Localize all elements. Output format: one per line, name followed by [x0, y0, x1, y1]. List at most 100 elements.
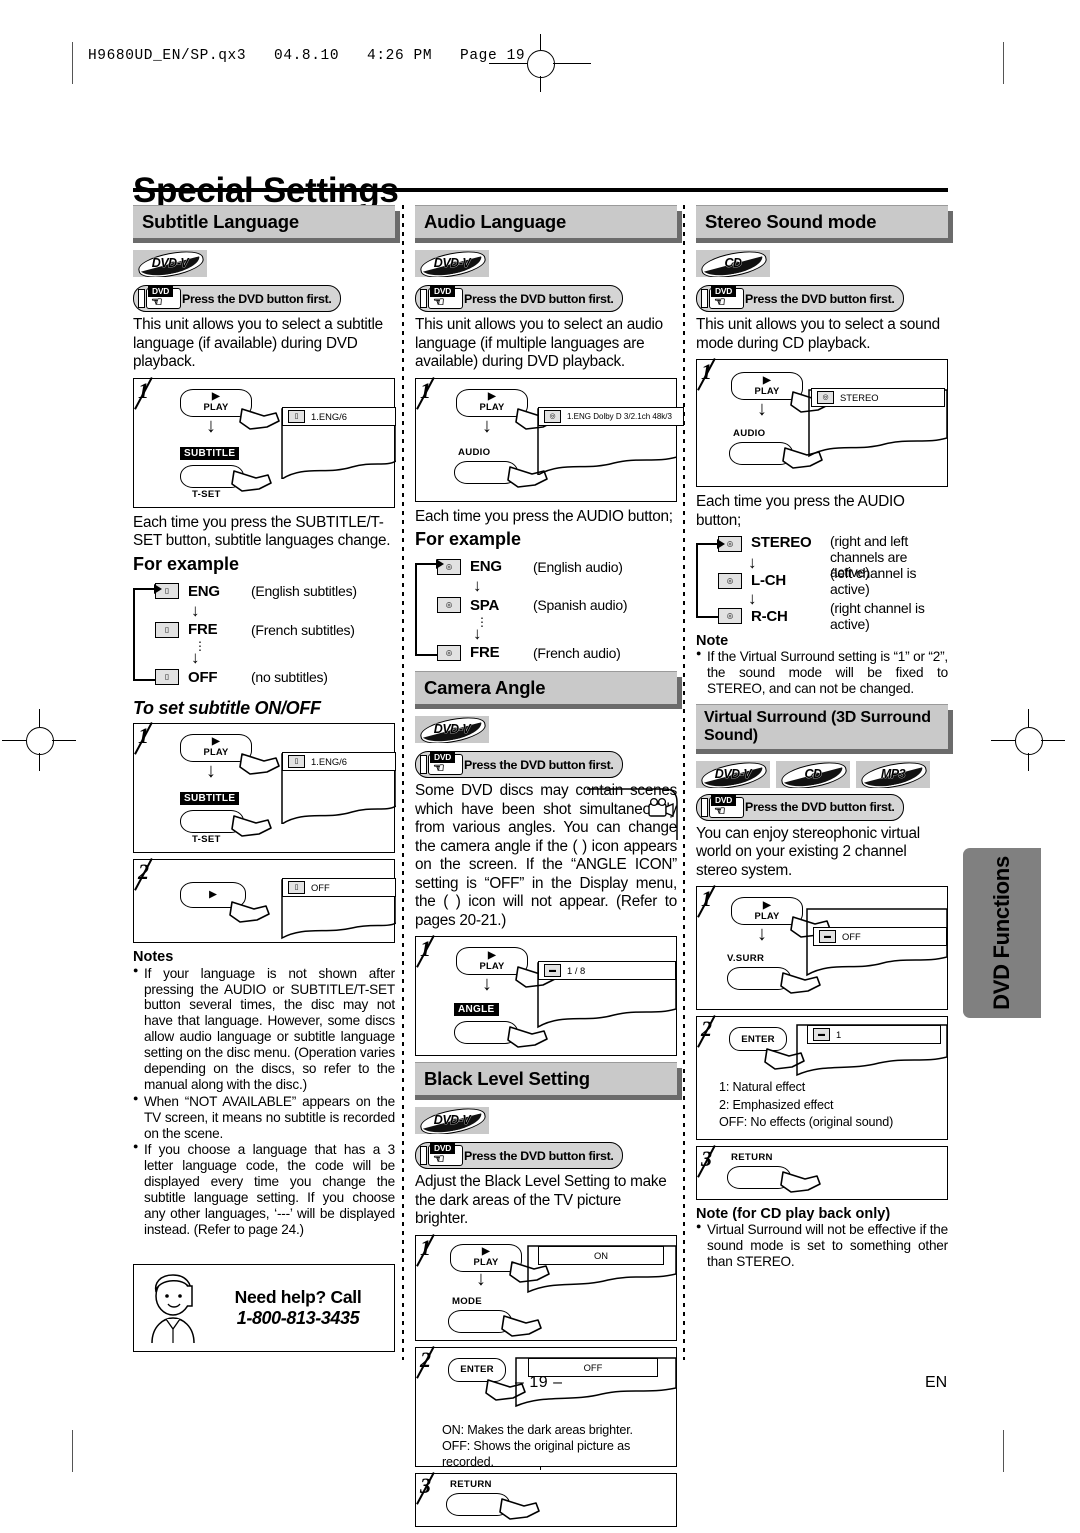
surround-osd-icon: ▬ — [813, 1028, 830, 1042]
badge-row-audio: DVD-V DVD ☜ Press the DVD button first. — [415, 250, 677, 312]
vsurr-note-list: Virtual Surround will not be effective i… — [696, 1221, 948, 1270]
note-item: Virtual Surround will not be effective i… — [696, 1221, 948, 1270]
black-level-captions: ON: Makes the dark areas brighter. OFF: … — [442, 1422, 676, 1471]
audio-icon: ◎ — [437, 597, 461, 614]
subtitle-key-label: SUBTITLE — [180, 791, 240, 805]
audio-key-label: AUDIO — [458, 446, 491, 458]
for-example-heading: For example — [133, 553, 240, 574]
step-box-onoff-2: 2 ▶ ▯ OFF — [133, 857, 396, 943]
step-box-audio-1: 1 ▶ PLAY ↓ AUDIO ◎ 1.ENG Dolb — [415, 376, 684, 502]
badge-row-black-level: DVD-V DVD ☜ Press the DVD button first. — [415, 1107, 677, 1170]
disc-badge-dvdv-icon: DVD-V — [415, 250, 489, 277]
print-slug: H9680UD_EN/SP.qx3 04.8.10 4:26 PM Page 1… — [88, 48, 526, 64]
audio-icon: ◎ — [718, 572, 742, 589]
caption-2: 2: Emphasized effect — [719, 1097, 834, 1112]
subtitle-intro-text: This unit allows you to select a subtitl… — [133, 316, 383, 370]
badge-row-camera: DVD-V DVD ☜ Press the DVD button first. — [415, 716, 677, 779]
osd-bar-subtitle: ▯ 1.ENG/6 — [282, 406, 396, 426]
press-dvd-button-hint: DVD ☜ Press the DVD button first. — [696, 793, 904, 821]
remote-icon: DVD ☜ — [419, 285, 463, 309]
flow-arrow-icon: ↓ — [206, 414, 216, 437]
vsurr-key-label: V.SURR — [727, 953, 765, 965]
disc-badge-dvdv-icon: DVD-V — [415, 1107, 489, 1135]
flow-item: ◎ R-CH (right channel is active) — [718, 600, 948, 632]
tset-key-label: T-SET — [192, 833, 221, 845]
title-rule — [133, 188, 948, 192]
angle-icon-callout — [587, 788, 678, 841]
need-help-box: Need help? Call 1-800-813-3435 — [133, 1263, 395, 1352]
remote-icon: DVD ☜ — [700, 285, 744, 309]
step-box-camera-1: 1 ▶ PLAY ↓ ANGLE ▬ 1 / 8 — [415, 935, 677, 1057]
remote-icon: DVD ☜ — [419, 751, 463, 776]
subtitle-notes-list: If your language is not shown after pres… — [133, 965, 395, 1238]
virtual-surround-intro-text: You can enjoy stereophonic virtual world… — [696, 824, 920, 879]
loop-arrow-icon — [133, 583, 162, 681]
caption-off: OFF: No effects (original sound) — [719, 1115, 894, 1130]
press-dvd-button-hint: DVD ☜ Press the DVD button first. — [415, 285, 623, 312]
side-tab-dvd-functions: DVD Functions — [963, 848, 1041, 1018]
stereo-example-flow: ◎ STEREO (right and left channels are ac… — [696, 533, 948, 632]
caption-off: OFF: Shows the original picture as recor… — [442, 1439, 631, 1470]
disc-badge-cd-icon: CD — [776, 760, 850, 788]
section-header-stereo-sound: Stereo Sound mode — [696, 205, 953, 243]
press-dvd-button-hint: DVD ☜ Press the DVD button first. — [415, 1142, 623, 1170]
column-audio-camera-black: Audio Language DVD-V DVD ☜ Press the DVD… — [415, 205, 684, 1533]
audio-key-label: AUDIO — [733, 428, 766, 439]
stereo-after-step-text: Each time you press the AUDIO button; — [696, 493, 905, 529]
step-box-stereo-1: 1 ▶ PLAY ↓ AUDIO ◎ STEREO — [696, 358, 948, 487]
section-title: Subtitle Language — [142, 211, 299, 232]
hand-pointer-icon — [501, 1314, 542, 1337]
section-header-virtual-surround: Virtual Surround (3D Surround Sound) — [696, 703, 953, 754]
hand-pointer-icon — [231, 814, 272, 837]
osd-bar-audio: ◎ 1.ENG Dolby D 3/2.1ch 48k/3 — [538, 406, 684, 426]
flow-arrow-icon: ↓ — [206, 759, 216, 782]
subtitle-after-step-text: Each time you press the SUBTITLE/T-SET b… — [133, 513, 391, 550]
disc-badge-dvdv-icon: DVD-V — [415, 716, 489, 744]
remote-icon: DVD ☜ — [700, 793, 744, 818]
need-help-text: Need help? Call 1-800-813-3435 — [210, 1287, 386, 1329]
return-key-label: RETURN — [450, 1478, 492, 1490]
stereo-note-heading: Note — [696, 633, 729, 650]
angle-key-label: ANGLE — [454, 1003, 499, 1017]
column-subtitle-language: Subtitle Language DVD-V DVD ☜ Press the … — [133, 205, 400, 1352]
audio-intro-text: This unit allows you to select an audio … — [415, 316, 663, 370]
subtitle-osd-icon: ▯ — [288, 754, 305, 768]
stereo-note-list: If the Virtual Surround setting is “1” o… — [696, 648, 948, 697]
press-dvd-button-hint: DVD ☜ Press the DVD button first. — [415, 751, 623, 779]
column-separator-2 — [683, 205, 685, 1360]
manual-page: H9680UD_EN/SP.qx3 04.8.10 4:26 PM Page 1… — [0, 0, 1080, 1528]
osd-bar-black-1: ON — [538, 1245, 664, 1265]
remote-icon: DVD ☜ — [419, 1142, 463, 1167]
note-item: If the Virtual Surround setting is “1” o… — [696, 648, 948, 697]
hand-pointer-icon — [229, 900, 270, 923]
section-header-subtitle-language: Subtitle Language — [133, 205, 400, 243]
surround-osd-icon: ▬ — [819, 930, 836, 944]
flow-arrow-icon: ↓ — [757, 398, 767, 420]
press-dvd-row-virtual: DVD ☜ Press the DVD button first. — [696, 793, 948, 821]
tset-key-label: T-SET — [192, 488, 221, 500]
column-separator-1 — [402, 205, 404, 1360]
notes-heading: Notes — [133, 948, 174, 965]
section-title: Audio Language — [424, 211, 567, 232]
step-box-subtitle-1: 1 ▶ PLAY ↓ SUBTITLE T-SET ▯ — [133, 376, 396, 508]
osd-bar-stereo: ◎ STEREO — [811, 388, 945, 407]
flow-arrow-icon: ↓ — [757, 923, 767, 946]
caption-1: 1: Natural effect — [719, 1080, 806, 1095]
badge-row-virtual-surround: DVD-V CD MP3 — [696, 760, 948, 788]
audio-osd-icon: ◎ — [817, 391, 834, 404]
audio-icon: ◎ — [718, 608, 742, 625]
page-number: – 19 – — [515, 1374, 563, 1391]
subtitle-icon: ▯ — [155, 669, 179, 686]
vsurr-captions: 1: Natural effect 2: Emphasized effect O… — [719, 1079, 893, 1131]
flow-arrow-icon: ↓ — [482, 973, 492, 996]
flow-arrow-icon: ↓ — [476, 1267, 486, 1290]
step-box-onoff-1: 1 ▶ PLAY ↓ SUBTITLE T-SET ▯ — [133, 721, 396, 853]
subtitle-osd-icon: ▯ — [288, 880, 305, 894]
disc-badge-mp3-icon: MP3 — [856, 760, 930, 788]
audio-osd-icon: ◎ — [544, 409, 561, 423]
loop-arrow-icon — [696, 538, 725, 619]
flow-item: ◎ SPA (Spanish audio) — [437, 593, 677, 618]
step-box-black-2: 2 ENTER OFF ON: Makes the dark areas bri… — [415, 1345, 677, 1469]
press-dvd-button-hint: DVD ☜ Press the DVD button first. — [696, 285, 904, 312]
angle-osd-icon: ▬ — [544, 964, 561, 978]
